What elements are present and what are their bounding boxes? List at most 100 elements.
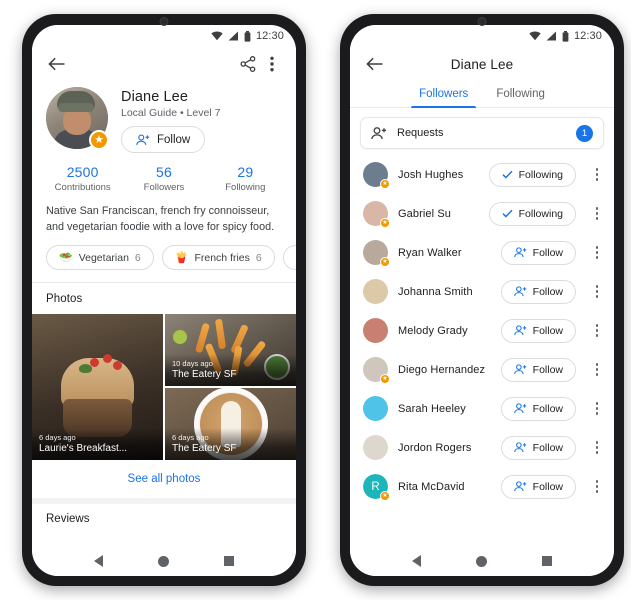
photo-column-right: 10 days ago The Eatery SF 6 days ago The… bbox=[165, 314, 296, 461]
following-button-label: Following bbox=[518, 207, 563, 220]
avatar: R ★ bbox=[363, 474, 390, 501]
reviews-section-title: Reviews bbox=[46, 513, 90, 526]
lime-decor bbox=[173, 330, 187, 345]
photo-tile-latte[interactable]: 6 days ago The Eatery SF bbox=[165, 388, 296, 461]
stat-contributions[interactable]: 2500 Contributions bbox=[42, 164, 123, 193]
stat-following[interactable]: 29 Following bbox=[205, 164, 286, 193]
follow-button-label: Follow bbox=[157, 133, 191, 146]
row-overflow-menu[interactable] bbox=[588, 359, 606, 381]
nav-recents-icon[interactable] bbox=[224, 556, 235, 566]
requests-row[interactable]: Requests 1 bbox=[360, 117, 604, 149]
tab-followers[interactable]: Followers bbox=[405, 81, 482, 108]
photo-timestamp: 10 days ago bbox=[172, 359, 213, 369]
list-item[interactable]: R ★ Rita McDavid Follow bbox=[350, 467, 614, 506]
chip-vegetarian-count: 6 bbox=[134, 251, 141, 264]
list-item[interactable]: Johanna Smith Follow bbox=[350, 272, 614, 311]
stat-followers[interactable]: 56 Followers bbox=[123, 164, 204, 193]
following-button[interactable]: Following bbox=[488, 162, 576, 187]
fry-decor bbox=[215, 318, 227, 349]
row-overflow-menu[interactable] bbox=[588, 476, 606, 498]
avatar-image bbox=[363, 435, 388, 460]
row-overflow-menu[interactable] bbox=[588, 398, 606, 420]
avatar[interactable]: ★ bbox=[46, 87, 109, 150]
follower-name: Ryan Walker bbox=[398, 246, 462, 259]
requests-badge: 1 bbox=[576, 124, 593, 142]
list-item[interactable]: ★ Josh Hughes Following bbox=[350, 155, 614, 194]
nav-back-icon[interactable] bbox=[93, 555, 103, 567]
list-item[interactable]: ★ Diego Hernandez Follow bbox=[350, 350, 614, 389]
followers-content: Requests 1 ★ Josh Hughes Following ★ Gab… bbox=[350, 108, 614, 546]
photo-caption: 6 days ago Laurie's Breakfast... bbox=[32, 428, 163, 461]
follow-button[interactable]: Follow bbox=[500, 318, 576, 343]
profile-content: ★ Diane Lee Local Guide • Level 7 Follow… bbox=[32, 81, 296, 546]
see-all-photos-link[interactable]: See all photos bbox=[32, 460, 296, 499]
photo-tile-fries[interactable]: 10 days ago The Eatery SF bbox=[165, 314, 296, 387]
follow-button-label: Follow bbox=[532, 480, 563, 493]
list-item[interactable]: Jordon Rogers Follow bbox=[350, 428, 614, 467]
avatar bbox=[363, 396, 388, 421]
row-overflow-menu[interactable] bbox=[588, 164, 606, 186]
follow-button[interactable]: Follow bbox=[500, 474, 576, 499]
local-guide-star-icon: ★ bbox=[380, 491, 390, 501]
followers-toolbar: Diane Lee bbox=[350, 47, 614, 81]
row-overflow-menu[interactable] bbox=[588, 437, 606, 459]
row-overflow-menu[interactable] bbox=[588, 242, 606, 264]
tab-following[interactable]: Following bbox=[482, 81, 559, 107]
list-item[interactable]: Melody Grady Follow bbox=[350, 311, 614, 350]
following-button[interactable]: Following bbox=[488, 201, 576, 226]
wifi-icon bbox=[211, 31, 223, 41]
follow-button[interactable]: Follow bbox=[500, 357, 576, 382]
screenshot-stage: 12:30 ★ Diane Lee Local Guide • Level 7 … bbox=[0, 0, 631, 600]
avatar-image bbox=[363, 396, 388, 421]
overflow-menu-button[interactable] bbox=[260, 52, 284, 76]
row-overflow-menu[interactable] bbox=[588, 320, 606, 342]
follow-button[interactable]: Follow bbox=[121, 126, 206, 153]
followers-screen: 12:30 Diane Lee Followers Following Requ… bbox=[350, 25, 614, 576]
chip-vegetarian[interactable]: 🥗 Vegetarian 6 bbox=[46, 245, 154, 271]
nav-back-icon[interactable] bbox=[411, 555, 421, 567]
avatar-hat-brim bbox=[58, 103, 94, 112]
list-item[interactable]: ★ Ryan Walker Follow bbox=[350, 233, 614, 272]
phone-device-followers: 12:30 Diane Lee Followers Following Requ… bbox=[340, 14, 624, 586]
photo-tile-laurie[interactable]: 6 days ago Laurie's Breakfast... bbox=[32, 314, 163, 461]
follow-button[interactable]: Follow bbox=[500, 435, 576, 460]
photo-place-name: The Eatery SF bbox=[172, 443, 237, 455]
follower-name: Diego Hernandez bbox=[398, 363, 486, 376]
chip-partial[interactable]: 🍋 bbox=[282, 245, 296, 271]
stat-contributions-label: Contributions bbox=[54, 182, 111, 193]
avatar bbox=[363, 318, 388, 343]
list-item[interactable]: ★ Gabriel Su Following bbox=[350, 194, 614, 233]
follow-button[interactable]: Follow bbox=[500, 279, 576, 304]
back-arrow-icon bbox=[365, 57, 382, 71]
chip-french-fries[interactable]: 🍟 French fries 6 bbox=[161, 245, 275, 271]
avatar: ★ bbox=[363, 357, 390, 384]
back-button[interactable] bbox=[44, 52, 68, 76]
follow-button[interactable]: Follow bbox=[500, 396, 576, 421]
battery-icon bbox=[244, 30, 251, 42]
photo-place-name: The Eatery SF bbox=[172, 369, 237, 381]
status-bar-time: 12:30 bbox=[573, 30, 602, 42]
tab-followers-label: Followers bbox=[419, 88, 469, 100]
followers-tabs: Followers Following bbox=[350, 81, 614, 108]
person-add-icon bbox=[513, 403, 526, 414]
leaf-decor bbox=[79, 363, 93, 373]
share-icon bbox=[240, 56, 256, 72]
back-button[interactable] bbox=[362, 52, 386, 76]
nav-home-icon[interactable] bbox=[475, 555, 487, 567]
follow-button[interactable]: Follow bbox=[500, 240, 576, 265]
local-guide-star-icon: ★ bbox=[380, 374, 390, 384]
share-button[interactable] bbox=[236, 52, 260, 76]
local-guide-star-icon: ★ bbox=[380, 257, 390, 267]
nav-home-icon[interactable] bbox=[157, 555, 169, 567]
follower-name: Josh Hughes bbox=[398, 168, 464, 181]
row-overflow-menu[interactable] bbox=[588, 281, 606, 303]
row-overflow-menu[interactable] bbox=[588, 203, 606, 225]
photo-timestamp: 6 days ago bbox=[172, 433, 209, 443]
list-item[interactable]: Sarah Heeley Follow bbox=[350, 389, 614, 428]
avatar-image bbox=[363, 279, 388, 304]
wifi-icon bbox=[529, 31, 541, 41]
more-vert-icon bbox=[270, 56, 274, 72]
local-guide-star-icon: ★ bbox=[380, 218, 390, 228]
stat-following-value: 29 bbox=[237, 164, 254, 180]
nav-recents-icon[interactable] bbox=[542, 556, 553, 566]
